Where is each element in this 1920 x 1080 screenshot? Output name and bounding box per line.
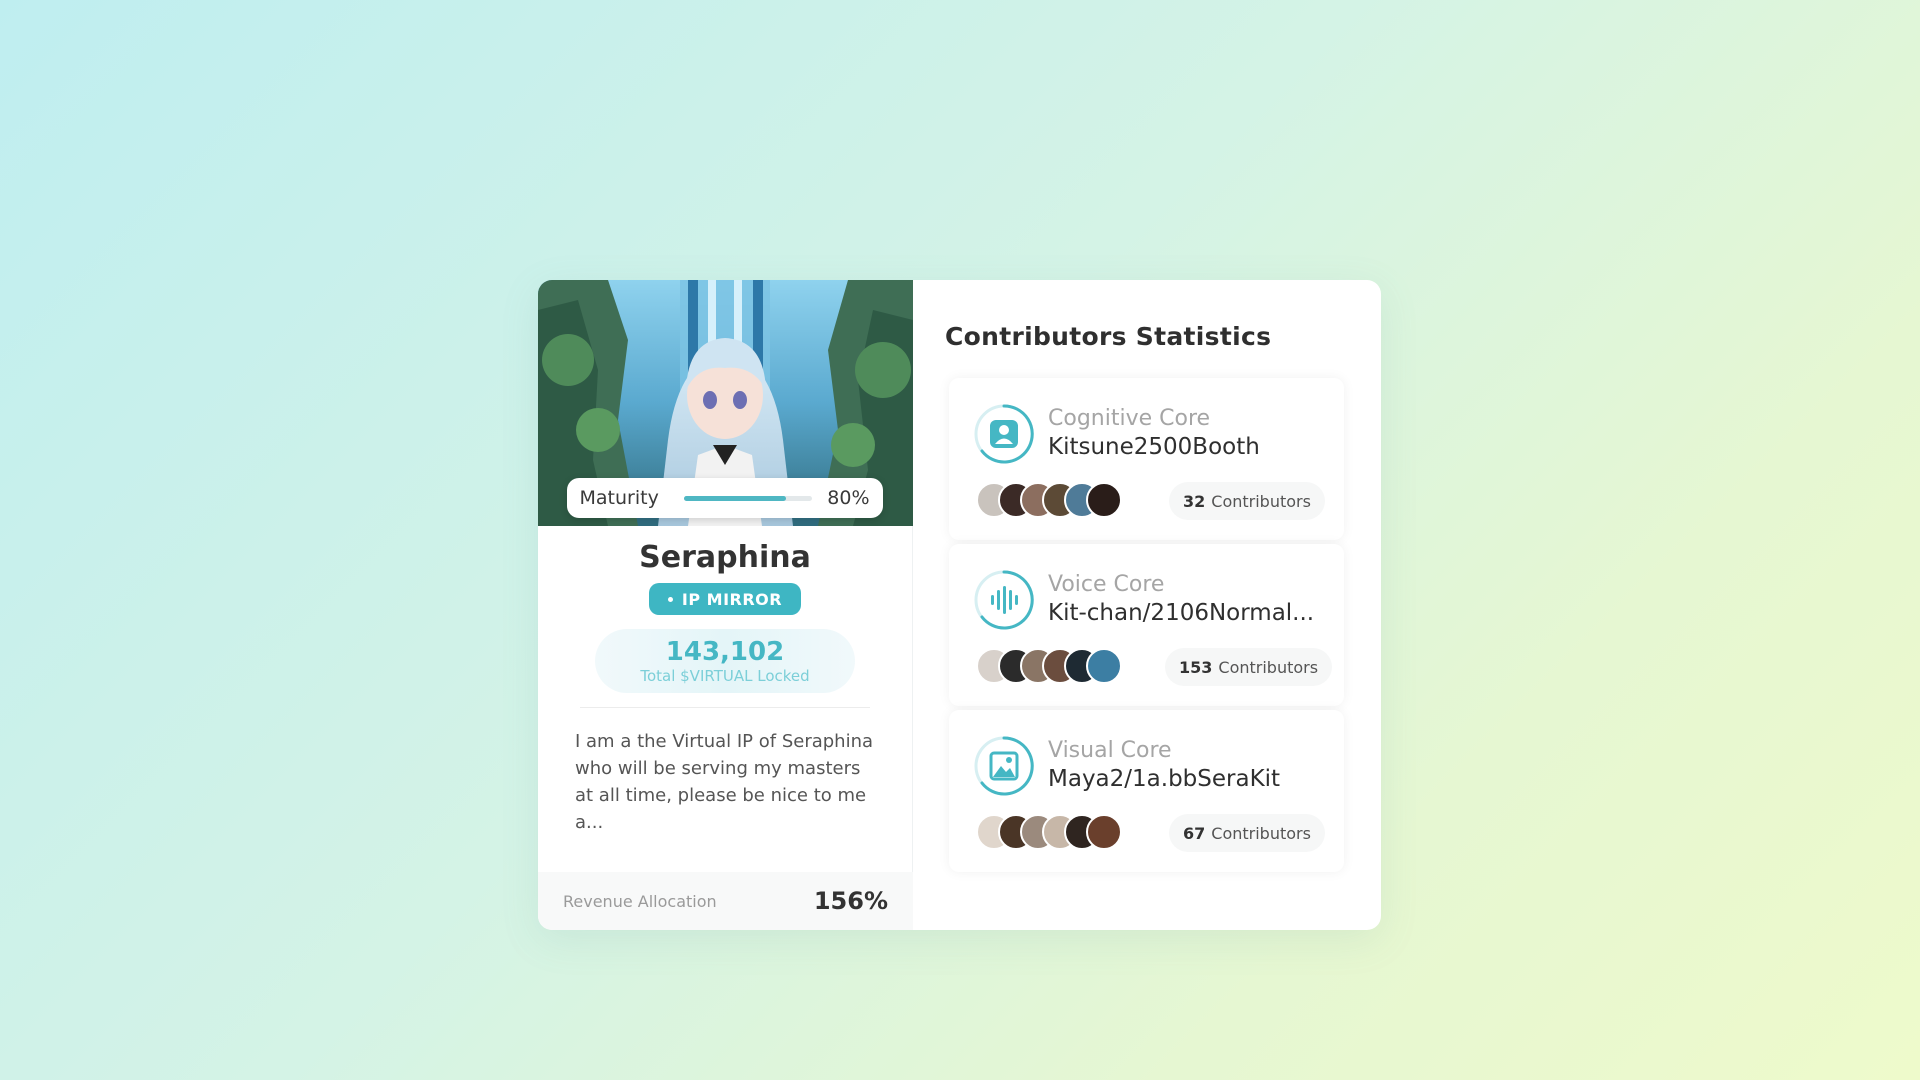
agent-hero-image: Maturity 80% [538,280,913,526]
core-type: Voice Core [1048,572,1165,597]
agent-name: Seraphina [639,540,811,575]
core-name: Maya2/1a.bbSeraKit [1048,766,1281,792]
badge-dot-icon [667,596,673,602]
revenue-value: 156% [813,887,888,915]
contributors-count-pill[interactable]: 32 Contributors [1169,482,1325,520]
image-icon [974,736,1034,796]
core-type: Cognitive Core [1048,406,1211,431]
contributors-count-pill[interactable]: 153 Contributors [1165,648,1333,686]
avatar [1086,648,1122,684]
ip-mirror-badge: IP MIRROR [648,583,802,615]
contributors-label: Contributors [1211,491,1311,511]
core-card-voice[interactable]: Voice Core Kit-chan/2106Normal... 153 Co… [949,544,1344,706]
locked-label: Total $VIRTUAL Locked [640,667,810,685]
avatar [1086,814,1122,850]
maturity-value: 80% [827,487,870,509]
maturity-progress-fill [683,495,786,501]
contributors-label: Contributors [1218,657,1319,677]
agent-profile-panel: Maturity 80% Seraphina IP MIRROR 143,102… [538,280,913,930]
contributor-avatars [976,648,1122,684]
maturity-indicator: Maturity 80% [566,478,883,518]
contributors-title: Contributors Statistics [945,322,1272,351]
agent-description: I am a the Virtual IP of Seraphina who w… [575,731,874,833]
maturity-progress-bar [683,495,812,501]
person-icon [974,404,1034,464]
core-card-visual[interactable]: Visual Core Maya2/1a.bbSeraKit 67 Contri… [949,710,1344,872]
contributor-avatars [976,814,1122,850]
maturity-label: Maturity [579,487,659,509]
divider [580,707,870,708]
contributors-count: 32 [1183,491,1206,511]
agent-card: Maturity 80% Seraphina IP MIRROR 143,102… [538,280,1381,930]
contributors-label: Contributors [1211,823,1311,843]
core-name: Kit-chan/2106Normal... [1048,600,1315,626]
contributors-panel: Contributors Statistics Cognitive Core K… [913,280,1381,930]
soundwave-icon [974,570,1034,630]
contributors-count-pill[interactable]: 67 Contributors [1169,814,1325,852]
core-type: Visual Core [1048,738,1172,763]
core-name: Kitsune2500Booth [1048,434,1260,460]
avatar [1086,482,1122,518]
revenue-label: Revenue Allocation [563,891,717,911]
core-card-cognitive[interactable]: Cognitive Core Kitsune2500Booth 32 Contr… [949,378,1344,540]
badge-label: IP MIRROR [681,589,783,609]
virtual-locked-stat: 143,102 Total $VIRTUAL Locked [595,629,855,693]
revenue-allocation-row: Revenue Allocation 156% [538,872,913,930]
locked-value: 143,102 [665,637,785,667]
contributor-avatars [976,482,1122,518]
contributors-count: 153 [1179,657,1213,677]
contributors-count: 67 [1183,823,1206,843]
